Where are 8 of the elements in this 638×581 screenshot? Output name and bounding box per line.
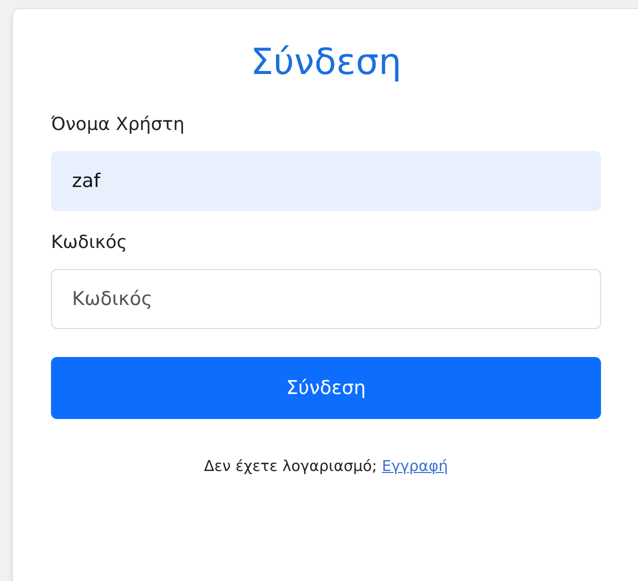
- page-title: Σύνδεση: [250, 41, 402, 85]
- register-link[interactable]: Εγγραφή: [382, 455, 448, 478]
- field-label: Όνομα Χρήστη: [51, 113, 186, 137]
- input-field[interactable]: Κωδικός: [51, 269, 601, 329]
- login-button[interactable]: Σύνδεση: [51, 357, 601, 419]
- footer-text: Δεν έχετε λογαριασμό;: [204, 456, 377, 477]
- input-field[interactable]: zaf: [51, 151, 601, 211]
- field-label: Κωδικός: [51, 231, 128, 255]
